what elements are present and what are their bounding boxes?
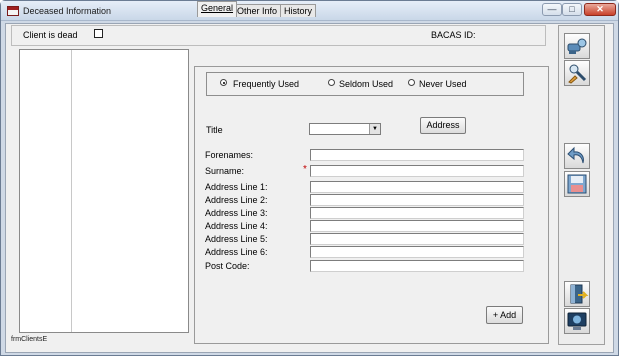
close-button[interactable]: ✕ [584, 3, 616, 16]
address-line-1-label: Address Line 1: [205, 182, 268, 192]
address-line-5-label: Address Line 5: [205, 234, 268, 244]
exit-door-icon [570, 284, 589, 304]
address-line-2-field[interactable] [310, 194, 524, 206]
postcode-field[interactable] [310, 260, 524, 272]
address-line-3-label: Address Line 3: [205, 208, 268, 218]
search-icon [567, 38, 587, 54]
surname-field[interactable] [310, 165, 524, 177]
edit-icon [568, 64, 587, 84]
form-name-label: frmClientsE [11, 336, 48, 343]
undo-tool-button[interactable] [564, 143, 590, 169]
window-title: Deceased Information [23, 6, 112, 16]
edit-tool-button[interactable] [564, 60, 590, 86]
monitor-icon [567, 312, 587, 330]
seldom-used-label: Seldom Used [339, 79, 394, 89]
chevron-down-icon[interactable]: ▼ [369, 124, 380, 134]
address-line-6-label: Address Line 6: [205, 247, 268, 257]
address-line-5-field[interactable] [310, 233, 524, 245]
postcode-label: Post Code: [205, 261, 250, 271]
client-dead-checkbox[interactable] [94, 29, 103, 38]
address-button[interactable]: Address [420, 117, 466, 134]
seldom-used-radio[interactable] [328, 79, 335, 86]
required-marker: * [303, 164, 307, 175]
address-line-4-label: Address Line 4: [205, 221, 268, 231]
undo-icon [567, 146, 584, 164]
save-icon [567, 174, 587, 194]
address-line-1-field[interactable] [310, 181, 524, 193]
frequently-used-label: Frequently Used [233, 79, 300, 89]
tab-general[interactable]: General [197, 1, 238, 17]
client-list[interactable] [19, 49, 189, 333]
address-line-2-label: Address Line 2: [205, 195, 268, 205]
app-window: Deceased Information — □ ✕ Client is dea… [0, 0, 619, 356]
address-line-3-field[interactable] [310, 207, 524, 219]
surname-label: Surname: [205, 166, 245, 176]
forenames-label: Forenames: [205, 150, 254, 160]
tab-other-info[interactable]: Other Info [233, 4, 282, 17]
never-used-label: Never Used [419, 79, 467, 89]
list-column-divider [71, 50, 72, 332]
app-icon [7, 6, 19, 16]
address-line-4-field[interactable] [310, 220, 524, 232]
monitor-tool-button[interactable] [564, 308, 590, 334]
tab-other-info-label: Other Info [237, 6, 278, 16]
exit-tool-button[interactable] [564, 281, 590, 307]
search-tool-button[interactable] [564, 33, 590, 59]
save-tool-button[interactable] [564, 171, 590, 197]
frequently-used-radio[interactable] [220, 79, 227, 86]
tab-history-label: History [284, 6, 313, 16]
tab-general-label: General [201, 3, 234, 13]
add-button[interactable]: + Add [486, 306, 523, 324]
address-line-6-field[interactable] [310, 246, 524, 258]
minimize-button[interactable]: — [542, 3, 562, 16]
maximize-button[interactable]: □ [562, 3, 582, 16]
never-used-radio[interactable] [408, 79, 415, 86]
client-dead-label: Client is dead [23, 30, 78, 40]
forenames-field[interactable] [310, 149, 524, 161]
tab-history[interactable]: History [280, 4, 317, 17]
title-select[interactable]: ▼ [309, 123, 381, 135]
bacas-id-label: BACAS ID: [431, 30, 476, 40]
title-label: Title [206, 125, 223, 135]
